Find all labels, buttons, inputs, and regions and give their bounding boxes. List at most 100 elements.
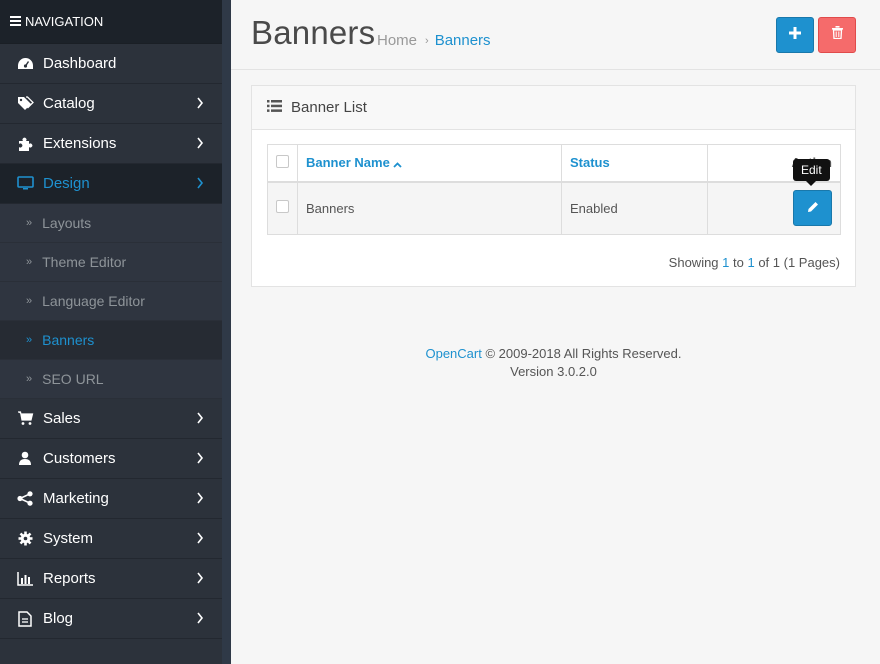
select-all-cell — [267, 144, 298, 183]
bar-chart-icon — [15, 571, 35, 586]
footer-copyright-line: OpenCart © 2009-2018 All Rights Reserved… — [231, 345, 876, 363]
footer-version: Version 3.0.2.0 — [510, 364, 597, 379]
table-header-row: Banner Name Status Action — [267, 144, 841, 183]
sidebar-subitem-label: Banners — [42, 332, 95, 348]
edit-tooltip: Edit — [793, 159, 830, 186]
sidebar-item-catalog[interactable]: Catalog — [0, 84, 222, 124]
sidebar-item-system[interactable]: System — [0, 519, 222, 559]
edit-button[interactable] — [793, 190, 832, 227]
breadcrumb: Home › Banners — [377, 32, 491, 49]
cog-icon — [15, 531, 35, 546]
footer: OpenCart © 2009-2018 All Rights Reserved… — [231, 345, 876, 381]
panel-heading: Banner List — [252, 86, 855, 130]
share-icon — [15, 491, 35, 506]
column-header-label: Status — [570, 155, 610, 171]
sidebar-subitem-label: Layouts — [42, 215, 92, 231]
pagination-to: 1 — [747, 255, 755, 270]
sidebar-item-label: Reports — [43, 570, 96, 587]
pagination-to-word: to — [729, 255, 748, 270]
action-cell — [707, 181, 841, 235]
sidebar-item-design[interactable]: Design — [0, 164, 222, 204]
row-checkbox[interactable] — [276, 200, 289, 214]
list-icon — [267, 99, 282, 116]
sidebar-item-extensions[interactable]: Extensions — [0, 124, 222, 164]
add-button[interactable] — [776, 17, 814, 53]
nav-header-label: NAVIGATION — [25, 14, 104, 29]
cart-icon — [15, 411, 35, 426]
sidebar-item-label: Sales — [43, 410, 81, 427]
sidebar: NAVIGATION Dashboard Catalog Extensions … — [0, 0, 231, 664]
sidebar-subitem-banners[interactable]: » Banners — [0, 321, 222, 360]
select-all-checkbox[interactable] — [276, 154, 289, 168]
document-icon — [15, 610, 35, 627]
user-icon — [15, 451, 35, 466]
chevron-right-icon — [196, 96, 204, 113]
pagination-total: 1 — [772, 255, 781, 270]
plus-icon — [789, 26, 801, 44]
sidebar-item-label: Blog — [43, 610, 74, 627]
delete-button[interactable] — [818, 17, 856, 53]
column-header-status[interactable]: Status — [561, 144, 708, 183]
banner-table: Banner Name Status Action Banners Enable… — [267, 144, 841, 235]
nav-header[interactable]: NAVIGATION — [0, 0, 222, 44]
sidebar-subitem-language-editor[interactable]: » Language Editor — [0, 282, 222, 321]
chevron-right-icon — [196, 451, 204, 468]
trash-icon — [831, 26, 843, 44]
breadcrumb-separator-icon: › — [425, 34, 429, 47]
banner-list-panel: Banner List Banner Name Status Action — [251, 85, 856, 287]
sidebar-item-customers[interactable]: Customers — [0, 439, 222, 479]
sidebar-item-marketing[interactable]: Marketing — [0, 479, 222, 519]
sidebar-subitem-theme-editor[interactable]: » Theme Editor — [0, 243, 222, 282]
sidebar-item-label: System — [43, 530, 94, 547]
sidebar-item-reports[interactable]: Reports — [0, 559, 222, 599]
main-content: Banners Home › Banners Banner List Banne… — [231, 0, 880, 664]
sidebar-item-dashboard[interactable]: Dashboard — [0, 44, 222, 84]
sidebar-item-blog[interactable]: Blog — [0, 599, 222, 639]
sidebar-item-label: Catalog — [43, 95, 95, 112]
double-chevron-icon: » — [26, 217, 33, 229]
table-row: Banners Enabled — [267, 181, 841, 235]
double-chevron-icon: » — [26, 256, 33, 268]
pagination-pages: (1 Pages) — [780, 255, 840, 270]
breadcrumb-banners[interactable]: Banners — [435, 32, 491, 49]
pagination-of-word: of — [754, 255, 773, 270]
footer-copyright: © 2009-2018 All Rights Reserved. — [481, 346, 682, 361]
column-header-banner-name[interactable]: Banner Name — [297, 144, 562, 183]
sidebar-subitem-label: SEO URL — [42, 371, 104, 387]
breadcrumb-home[interactable]: Home — [377, 32, 417, 49]
double-chevron-icon: » — [26, 334, 33, 346]
sidebar-item-label: Marketing — [43, 490, 109, 507]
sidebar-subitem-label: Language Editor — [42, 293, 145, 309]
row-select-cell — [267, 181, 298, 235]
menu-bars-icon[interactable] — [10, 14, 21, 29]
sidebar-subitem-seo-url[interactable]: » SEO URL — [0, 360, 222, 399]
chevron-right-icon — [196, 531, 204, 548]
pagination-prefix: Showing — [668, 255, 723, 270]
puzzle-icon — [15, 136, 35, 152]
sidebar-item-label: Dashboard — [43, 55, 117, 72]
sidebar-item-sales[interactable]: Sales — [0, 399, 222, 439]
sidebar-subitem-layouts[interactable]: » Layouts — [0, 204, 222, 243]
panel-title: Banner List — [291, 99, 367, 116]
chevron-right-icon — [196, 491, 204, 508]
tags-icon — [15, 96, 35, 111]
chevron-right-icon — [196, 411, 204, 428]
monitor-icon — [15, 176, 35, 191]
opencart-link[interactable]: OpenCart — [425, 346, 481, 361]
chevron-right-icon — [196, 176, 204, 193]
pencil-icon — [807, 201, 819, 216]
sidebar-item-label: Customers — [43, 450, 116, 467]
sidebar-item-label: Design — [43, 175, 90, 192]
sidebar-item-label: Extensions — [43, 135, 117, 152]
pagination-info: Showing 1 to 1 of 1 (1 Pages) — [669, 255, 840, 270]
column-header-label: Banner Name — [306, 154, 390, 170]
chevron-right-icon — [196, 571, 204, 588]
chevron-right-icon — [196, 611, 204, 628]
page-title: Banners — [251, 14, 376, 51]
chevron-right-icon — [196, 136, 204, 153]
page-header: Banners Home › Banners — [231, 0, 880, 70]
banner-status-cell: Enabled — [561, 181, 708, 235]
double-chevron-icon: » — [26, 373, 33, 385]
sidebar-subitem-label: Theme Editor — [42, 254, 127, 270]
dashboard-icon — [15, 57, 35, 71]
